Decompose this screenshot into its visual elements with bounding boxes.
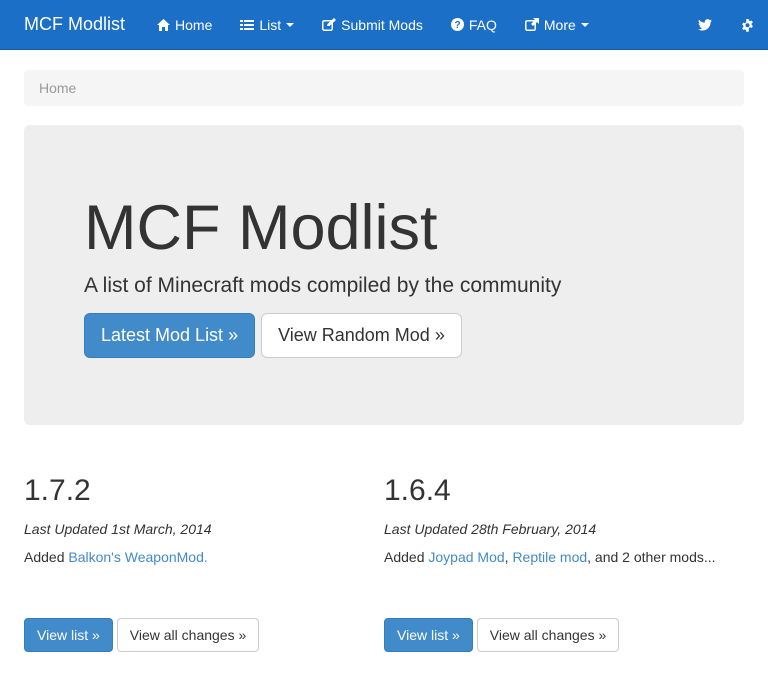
version-card-1-7-2: 1.7.2 Last Updated 1st March, 2014 Added… bbox=[24, 473, 384, 658]
edit-icon bbox=[322, 18, 337, 31]
more-mods-suffix: , and 2 other mods... bbox=[587, 549, 716, 565]
nav-more-label: More bbox=[543, 16, 576, 33]
view-list-button[interactable]: View list » bbox=[24, 618, 113, 652]
version-heading: 1.7.2 bbox=[24, 474, 91, 507]
mod-link[interactable]: Joypad Mod bbox=[428, 549, 504, 565]
question-circle-icon: ? bbox=[450, 18, 464, 31]
nav-more[interactable]: More bbox=[524, 0, 589, 50]
version-columns: 1.7.2 Last Updated 1st March, 2014 Added… bbox=[24, 473, 744, 658]
latest-mod-list-button[interactable]: Latest Mod List » bbox=[84, 313, 256, 358]
nav-faq[interactable]: ? FAQ bbox=[450, 0, 497, 50]
list-icon bbox=[240, 19, 255, 30]
nav-list[interactable]: List bbox=[240, 0, 295, 50]
added-prefix: Added bbox=[384, 549, 429, 565]
view-random-mod-button[interactable]: View Random Mod » bbox=[261, 313, 462, 358]
navbar: MCF Modlist Home List Submit Mods ? FAQ … bbox=[0, 0, 768, 50]
changes-summary: Added Balkon's WeaponMod. bbox=[24, 549, 384, 565]
jumbotron-buttons: Latest Mod List » View Random Mod » bbox=[84, 313, 684, 358]
version-buttons: View list » View all changes » bbox=[384, 618, 623, 652]
version-buttons: View list » View all changes » bbox=[24, 618, 263, 652]
last-updated-text: Last Updated 28th February, 2014 bbox=[384, 521, 597, 537]
twitter-link[interactable] bbox=[684, 0, 726, 50]
nav-list-label: List bbox=[259, 16, 282, 33]
nav-submit-mods-label: Submit Mods bbox=[341, 16, 423, 33]
page-title: MCF Modlist bbox=[84, 193, 438, 263]
nav-home[interactable]: Home bbox=[157, 0, 212, 50]
nav-right bbox=[684, 0, 768, 50]
mod-link[interactable]: Reptile mod bbox=[512, 549, 587, 565]
last-updated-text: Last Updated 1st March, 2014 bbox=[24, 521, 212, 537]
mod-link[interactable]: Balkon's WeaponMod. bbox=[68, 549, 207, 565]
nav-faq-label: FAQ bbox=[468, 16, 497, 33]
home-icon bbox=[157, 18, 171, 31]
nav-home-label: Home bbox=[175, 16, 213, 33]
breadcrumb: Home bbox=[24, 70, 744, 106]
settings-link[interactable] bbox=[726, 0, 768, 50]
gear-icon bbox=[741, 18, 753, 32]
external-link-icon bbox=[524, 18, 539, 31]
lead-text: A list of Minecraft mods compiled by the… bbox=[84, 274, 562, 297]
view-all-changes-button[interactable]: View all changes » bbox=[476, 618, 620, 652]
added-prefix: Added bbox=[24, 549, 69, 565]
view-list-button[interactable]: View list » bbox=[384, 618, 473, 652]
changes-summary: Added Joypad Mod, Reptile mod, and 2 oth… bbox=[384, 549, 744, 565]
svg-text:?: ? bbox=[454, 20, 460, 31]
version-heading: 1.6.4 bbox=[384, 474, 451, 507]
view-all-changes-button[interactable]: View all changes » bbox=[116, 618, 260, 652]
twitter-icon bbox=[698, 19, 712, 31]
breadcrumb-item-home: Home bbox=[39, 80, 77, 96]
nav-submit-mods[interactable]: Submit Mods bbox=[322, 0, 423, 50]
caret-down-icon bbox=[580, 22, 589, 27]
caret-down-icon bbox=[286, 22, 295, 27]
version-card-1-6-4: 1.6.4 Last Updated 28th February, 2014 A… bbox=[384, 473, 744, 658]
brand-link[interactable]: MCF Modlist bbox=[24, 14, 125, 35]
jumbotron: MCF Modlist A list of Minecraft mods com… bbox=[24, 125, 744, 425]
